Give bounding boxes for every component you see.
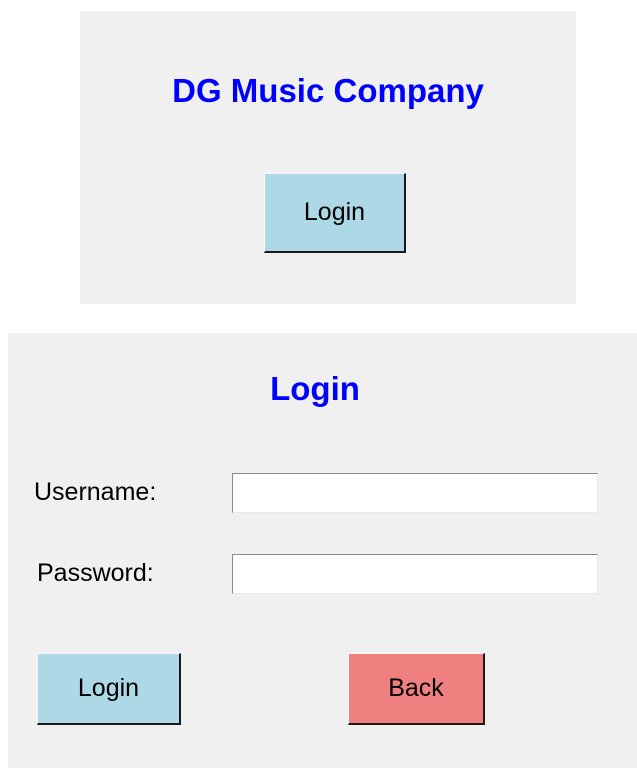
username-input[interactable] xyxy=(232,473,598,513)
home-login-button[interactable]: Login xyxy=(264,173,406,253)
home-window: DG Music Company Login xyxy=(80,11,576,304)
home-login-button-label: Login xyxy=(303,198,366,226)
login-window: Login Username: Password: Login Back xyxy=(8,333,637,768)
username-label: Username: xyxy=(34,478,157,506)
login-title: Login xyxy=(270,370,360,407)
password-input[interactable] xyxy=(232,554,598,594)
login-button[interactable]: Login xyxy=(37,653,181,725)
back-button[interactable]: Back xyxy=(348,653,485,725)
login-button-label: Login xyxy=(77,674,140,702)
company-title: DG Music Company xyxy=(172,72,484,109)
password-label: Password: xyxy=(37,559,154,587)
back-button-label: Back xyxy=(388,674,444,702)
